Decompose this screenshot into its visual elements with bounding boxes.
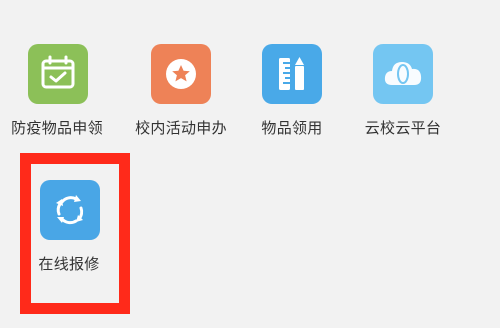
star-badge-icon xyxy=(151,44,211,104)
cloud-icon xyxy=(373,44,433,104)
refresh-cycle-icon xyxy=(40,180,100,240)
app-label: 校内活动申办 xyxy=(135,119,227,137)
app-label: 防疫物品申领 xyxy=(11,119,103,137)
app-tile-item-checkout[interactable]: 物品领用 xyxy=(235,44,345,174)
app-label: 在线报修 xyxy=(38,255,100,273)
app-tile-cloud-platform[interactable]: 云校云平台 xyxy=(346,44,456,174)
app-grid-screen: 防疫物品申领 校内活动申办 物品领用 云校云平台 在线报修 xyxy=(0,0,500,328)
app-tile-campus-activity[interactable]: 校内活动申办 xyxy=(124,44,234,174)
app-label: 云校云平台 xyxy=(364,119,442,137)
ruler-pencil-icon xyxy=(262,44,322,104)
app-label: 物品领用 xyxy=(261,119,323,137)
calendar-check-icon xyxy=(28,44,88,104)
app-tile-online-repair[interactable]: 在线报修 xyxy=(13,180,123,310)
